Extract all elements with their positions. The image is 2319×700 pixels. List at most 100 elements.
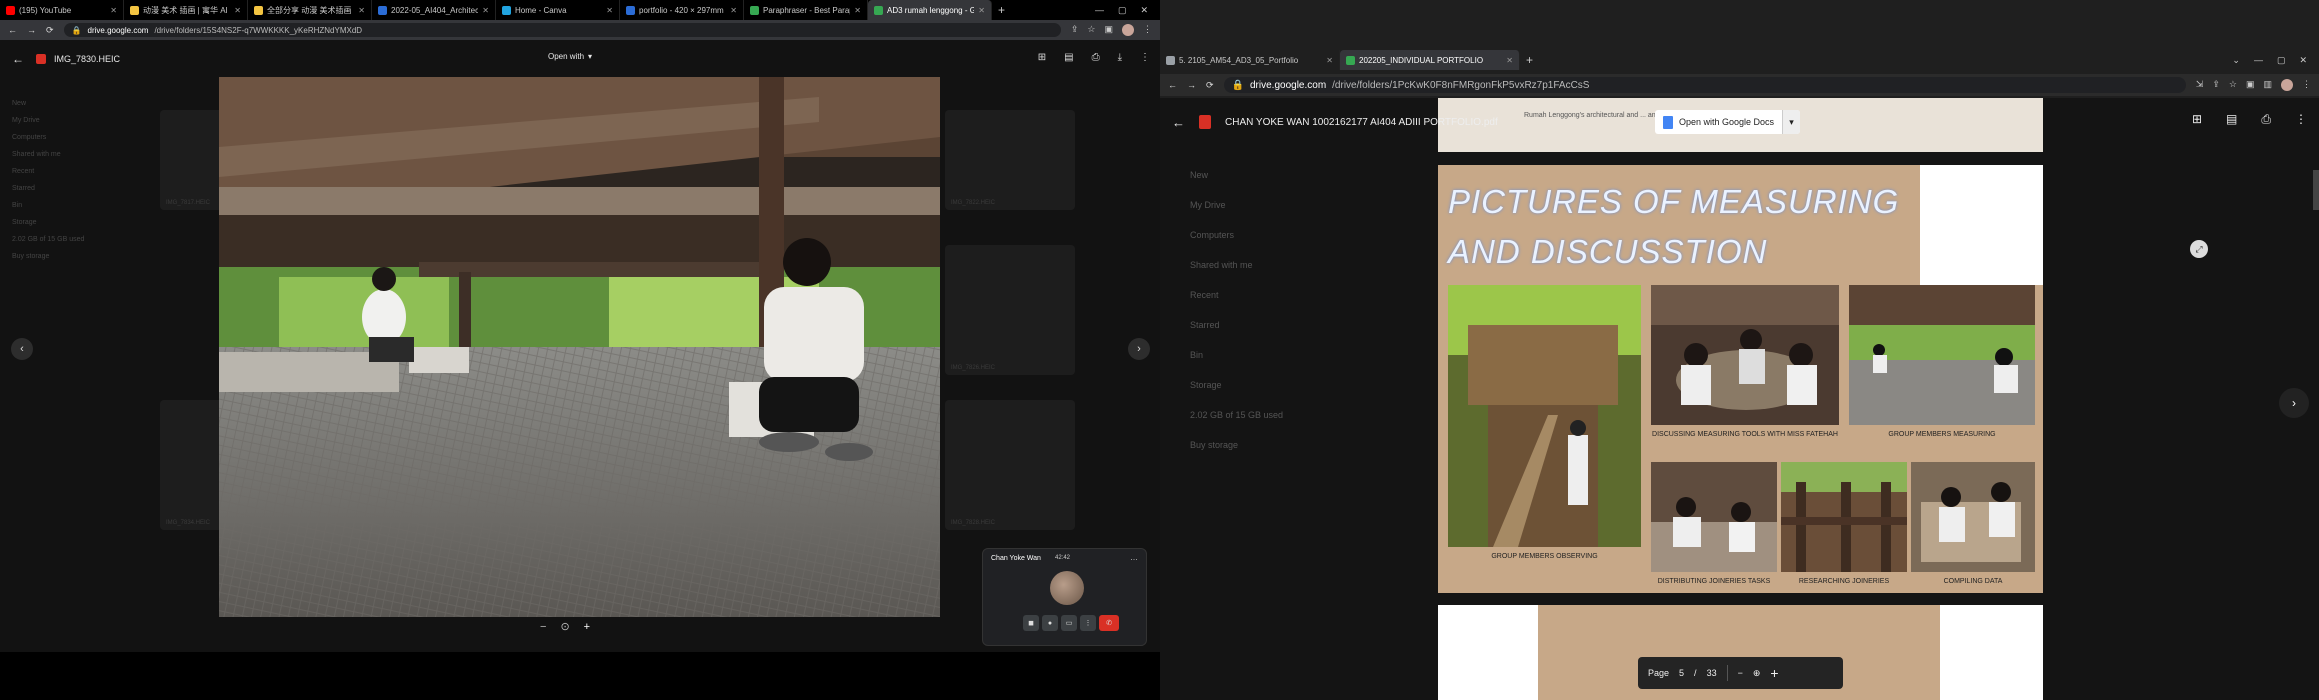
- zoom-reset-icon[interactable]: ⊙: [560, 620, 569, 633]
- reload-icon[interactable]: ⟳: [46, 25, 54, 36]
- sidebar-item[interactable]: Shared with me: [0, 146, 150, 163]
- close-icon[interactable]: ✕: [2299, 55, 2307, 66]
- more-icon[interactable]: …: [1130, 553, 1138, 562]
- zoom-out-icon[interactable]: −: [1738, 668, 1743, 678]
- close-viewer-icon[interactable]: ←: [1172, 115, 1185, 130]
- new-tab-button[interactable]: +: [1520, 53, 1539, 67]
- tab[interactable]: 5. 2105_AM54_AD3_05_Portfolio ✕: [1160, 50, 1340, 70]
- zoom-out-icon[interactable]: −: [540, 621, 546, 633]
- share-icon[interactable]: ⇪: [1071, 24, 1079, 36]
- zoom-in-icon[interactable]: +: [1770, 665, 1778, 681]
- more-call-options-icon[interactable]: ⋮: [1080, 615, 1096, 631]
- share-icon[interactable]: ⇪: [2212, 79, 2220, 91]
- more-options-icon[interactable]: ⋮: [1140, 52, 1150, 63]
- sidebar-item[interactable]: New: [1160, 160, 1320, 190]
- sidebar-item[interactable]: My Drive: [1160, 190, 1320, 220]
- sidebar-item[interactable]: Storage: [0, 214, 150, 231]
- present-screen-icon[interactable]: ▭: [1061, 615, 1077, 631]
- sidebar-item[interactable]: Buy storage: [0, 248, 150, 265]
- download-icon[interactable]: ⤓: [1118, 52, 1122, 63]
- print-icon[interactable]: ⎙: [1092, 52, 1100, 63]
- star-icon[interactable]: ☆: [1087, 24, 1095, 36]
- tab-close-icon[interactable]: ✕: [482, 6, 489, 15]
- sidebar-item[interactable]: My Drive: [0, 112, 150, 129]
- open-with-google-docs-button[interactable]: Open with Google Docs ▾: [1655, 110, 1801, 134]
- maximize-icon[interactable]: ▢: [2277, 55, 2286, 66]
- expand-icon[interactable]: ⤢: [2190, 240, 2208, 258]
- previous-file-button[interactable]: ‹: [11, 338, 33, 360]
- tab[interactable]: portfolio - 420 × 297mm ✕: [620, 0, 744, 20]
- tab-close-icon[interactable]: ✕: [1326, 56, 1333, 65]
- reload-icon[interactable]: ⟳: [1206, 80, 1214, 91]
- sidebar-item[interactable]: Shared with me: [1160, 250, 1320, 280]
- sidebar-item[interactable]: Storage: [1160, 370, 1320, 400]
- close-viewer-icon[interactable]: ←: [12, 52, 24, 66]
- tab-close-icon[interactable]: ✕: [1506, 56, 1513, 65]
- sidebar-item[interactable]: Recent: [1160, 280, 1320, 310]
- close-icon[interactable]: ✕: [1140, 5, 1148, 16]
- tab[interactable]: 动漫 美术 插画 | 寓华 AI 小 ✕: [124, 0, 248, 20]
- tab-close-icon[interactable]: ✕: [606, 6, 613, 15]
- file-thumbnail[interactable]: IMG_7828.HEIC: [945, 400, 1075, 530]
- sidebar-item[interactable]: 2.02 GB of 15 GB used: [0, 231, 150, 248]
- forward-arrow-icon[interactable]: →: [1187, 80, 1196, 90]
- extensions-icon[interactable]: ▣: [1104, 24, 1113, 36]
- meet-call-card[interactable]: Chan Yoke Wan 42:42 … ◼ ● ▭ ⋮ ✆: [982, 548, 1147, 646]
- maximize-icon[interactable]: ▢: [1118, 5, 1127, 16]
- tab-close-icon[interactable]: ✕: [358, 6, 365, 15]
- sidebar-item[interactable]: Bin: [1160, 340, 1320, 370]
- tab[interactable]: (195) YouTube ✕: [0, 0, 124, 20]
- sidebar-item[interactable]: Bin: [0, 197, 150, 214]
- file-thumbnail[interactable]: IMG_7822.HEIC: [945, 110, 1075, 210]
- tab-close-icon[interactable]: ✕: [730, 6, 737, 15]
- menu-icon[interactable]: ⋮: [2302, 79, 2311, 91]
- comment-icon[interactable]: ▤: [1064, 52, 1073, 63]
- tab[interactable]: Home - Canva ✕: [496, 0, 620, 20]
- add-to-drive-icon[interactable]: ⊞: [1038, 52, 1046, 63]
- tab-search-icon[interactable]: ⌄: [2232, 55, 2240, 66]
- zoom-icon[interactable]: ⊕: [1753, 668, 1761, 679]
- tab-close-icon[interactable]: ✕: [978, 6, 985, 15]
- back-arrow-icon[interactable]: ←: [1168, 80, 1177, 90]
- tab-close-icon[interactable]: ✕: [234, 6, 241, 15]
- sidebar-item[interactable]: Starred: [0, 180, 150, 197]
- new-tab-button[interactable]: +: [992, 3, 1011, 17]
- minimize-icon[interactable]: —: [1095, 5, 1104, 16]
- microphone-icon[interactable]: ●: [1042, 615, 1058, 631]
- tab[interactable]: AD3 rumah lenggong - Go ✕: [868, 0, 992, 20]
- address-bar[interactable]: 🔒 drive.google.com/drive/folders/15S4NS2…: [63, 23, 1061, 37]
- sidebar-item[interactable]: Computers: [1160, 220, 1320, 250]
- tab[interactable]: Paraphraser - Best Paraphr ✕: [744, 0, 868, 20]
- star-icon[interactable]: ☆: [2229, 79, 2237, 91]
- minimize-icon[interactable]: —: [2254, 55, 2263, 66]
- tab[interactable]: 202205_INDIVIDUAL PORTFOLIO ✕: [1340, 50, 1520, 70]
- tab[interactable]: 全部分享 动漫 美术插画 ✕: [248, 0, 372, 20]
- sidebar-item[interactable]: 2.02 GB of 15 GB used: [1160, 400, 1320, 430]
- next-file-button[interactable]: ›: [1128, 338, 1150, 360]
- comment-icon[interactable]: ▤: [2226, 112, 2237, 127]
- sidebar-item[interactable]: New: [0, 95, 150, 112]
- open-with-button[interactable]: Open with ▾: [548, 52, 592, 61]
- sidebar-item[interactable]: Computers: [0, 129, 150, 146]
- more-options-icon[interactable]: ⋮: [2295, 112, 2307, 127]
- tab[interactable]: 2022-05_AI404_Architectu ✕: [372, 0, 496, 20]
- install-icon[interactable]: ⇲: [2196, 79, 2204, 91]
- sidebar-item[interactable]: Recent: [0, 163, 150, 180]
- next-file-button[interactable]: ›: [2279, 388, 2309, 418]
- sidebar-item[interactable]: Starred: [1160, 310, 1320, 340]
- back-arrow-icon[interactable]: ←: [8, 25, 17, 35]
- sidebar-item[interactable]: Buy storage: [1160, 430, 1320, 460]
- tab-close-icon[interactable]: ✕: [854, 6, 861, 15]
- chevron-down-icon[interactable]: ▾: [1782, 110, 1801, 134]
- end-call-button[interactable]: ✆: [1099, 615, 1119, 631]
- camera-icon[interactable]: ◼: [1023, 615, 1039, 631]
- tab-close-icon[interactable]: ✕: [110, 6, 117, 15]
- zoom-in-icon[interactable]: +: [584, 621, 590, 633]
- print-icon[interactable]: ⎙: [2261, 112, 2271, 127]
- sidepanel-icon[interactable]: ▥: [2263, 79, 2272, 91]
- profile-avatar[interactable]: [2281, 79, 2293, 91]
- menu-icon[interactable]: ⋮: [1143, 24, 1152, 36]
- file-thumbnail[interactable]: IMG_7826.HEIC: [945, 245, 1075, 375]
- profile-avatar[interactable]: [1122, 24, 1134, 36]
- scrollbar-thumb[interactable]: [2313, 170, 2319, 210]
